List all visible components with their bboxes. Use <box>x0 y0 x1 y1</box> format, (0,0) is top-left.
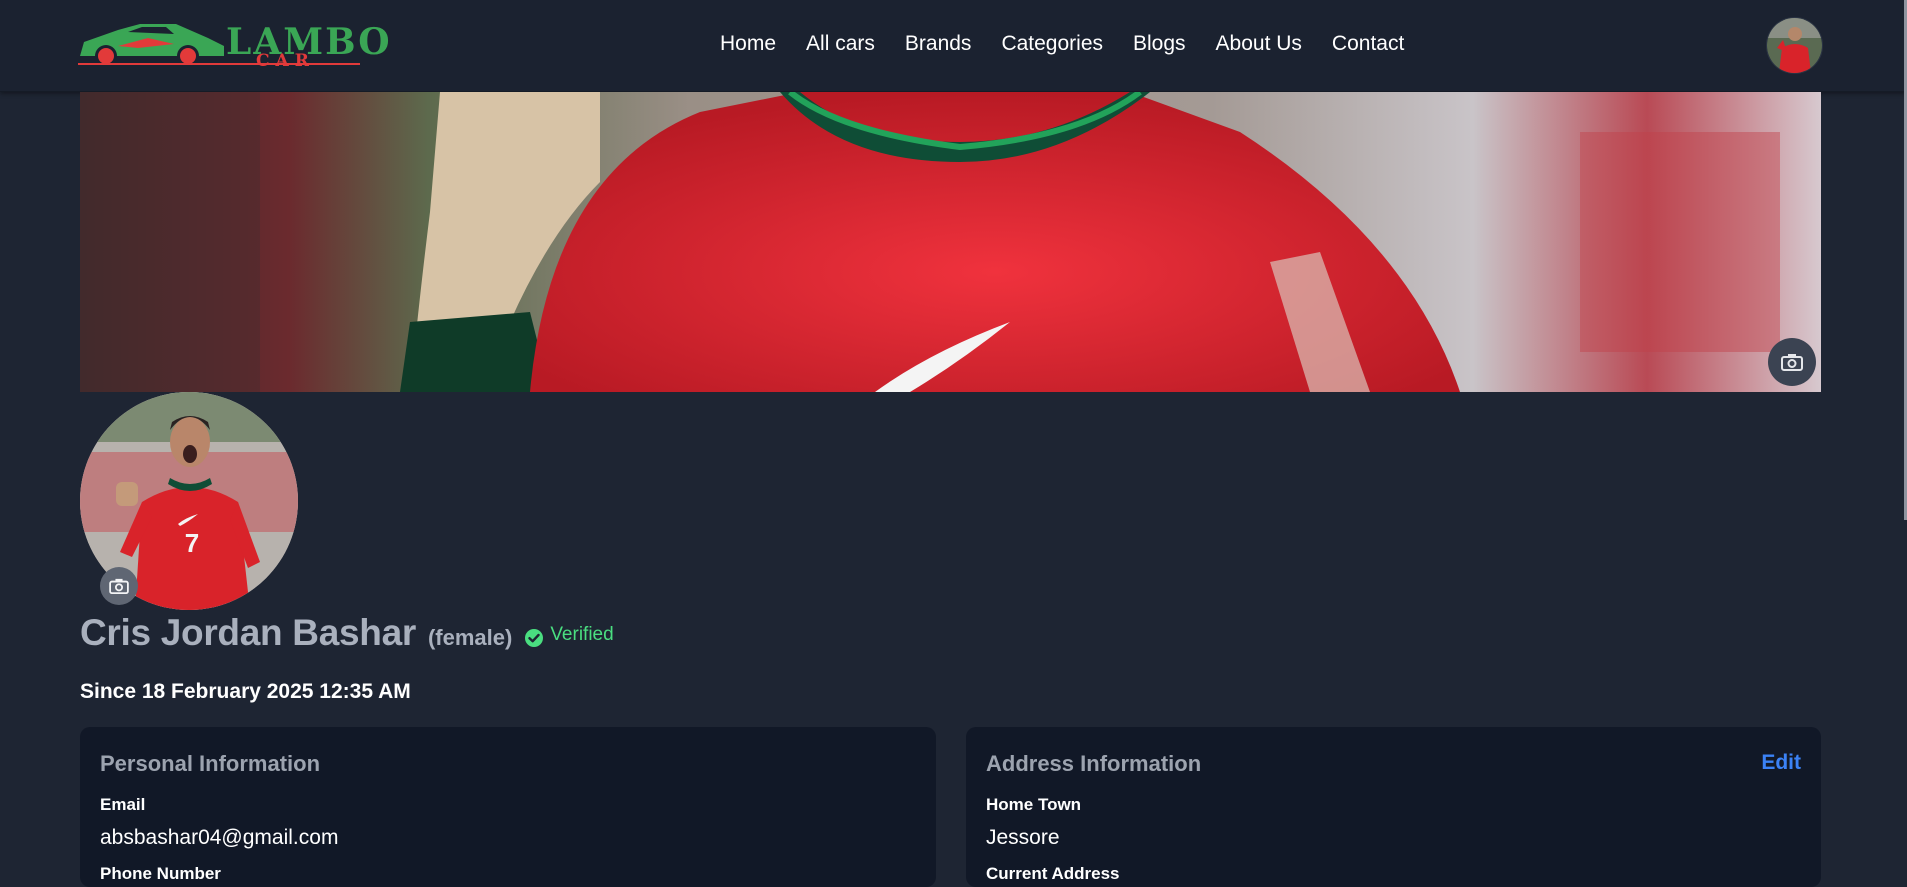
nav-about-us[interactable]: About Us <box>1216 30 1302 58</box>
brand-logo[interactable]: LAMBO CAR <box>78 16 390 72</box>
email-label: Email <box>100 795 146 814</box>
profile-name-row: Cris Jordan Bashar (female) Verified <box>80 612 614 658</box>
camera-icon <box>1781 354 1803 371</box>
cover-photo <box>80 92 1821 392</box>
nav-blogs[interactable]: Blogs <box>1133 30 1186 58</box>
member-since: Since 18 February 2025 12:35 AM <box>80 680 411 703</box>
profile-gender: (female) <box>427 625 513 650</box>
nav-brands[interactable]: Brands <box>905 30 972 58</box>
current-address-label: Current Address <box>986 864 1120 883</box>
nav-home[interactable]: Home <box>720 30 776 58</box>
nav-categories[interactable]: Categories <box>1001 30 1103 58</box>
cover-camera-button[interactable] <box>1768 338 1816 386</box>
verified-badge: Verified <box>524 624 614 647</box>
check-circle-icon <box>525 629 544 647</box>
cover-image <box>80 92 1821 392</box>
edit-address-button[interactable]: Edit <box>1761 751 1801 775</box>
camera-icon <box>109 578 129 594</box>
nav-contact[interactable]: Contact <box>1332 30 1404 58</box>
car-logo-icon <box>78 24 228 66</box>
personal-information-card: Personal Information Email absbashar04@g… <box>80 727 936 887</box>
verified-label: Verified <box>550 624 614 645</box>
brand-sub: CAR <box>256 51 315 71</box>
personal-information-title: Personal Information <box>100 751 321 776</box>
logo-underline <box>228 63 360 65</box>
user-avatar[interactable] <box>1766 17 1823 74</box>
nav-links: Home All cars Brands Categories Blogs Ab… <box>720 30 1404 58</box>
nav-all-cars[interactable]: All cars <box>806 30 875 58</box>
hometown-value: Jessore <box>986 826 1060 849</box>
profile-camera-button[interactable] <box>100 567 138 605</box>
navbar: LAMBO CAR Home All cars Brands Categorie… <box>0 0 1907 92</box>
svg-text:7: 7 <box>185 528 199 558</box>
email-value: absbashar04@gmail.com <box>100 826 339 849</box>
address-information-card: Address Information Edit Home Town Jesso… <box>966 727 1821 887</box>
address-information-title: Address Information <box>986 751 1202 776</box>
avatar-photo <box>1767 18 1822 73</box>
phone-label: Phone Number <box>100 864 221 883</box>
profile-name: Cris Jordan Bashar <box>80 612 416 653</box>
hometown-label: Home Town <box>986 795 1082 814</box>
